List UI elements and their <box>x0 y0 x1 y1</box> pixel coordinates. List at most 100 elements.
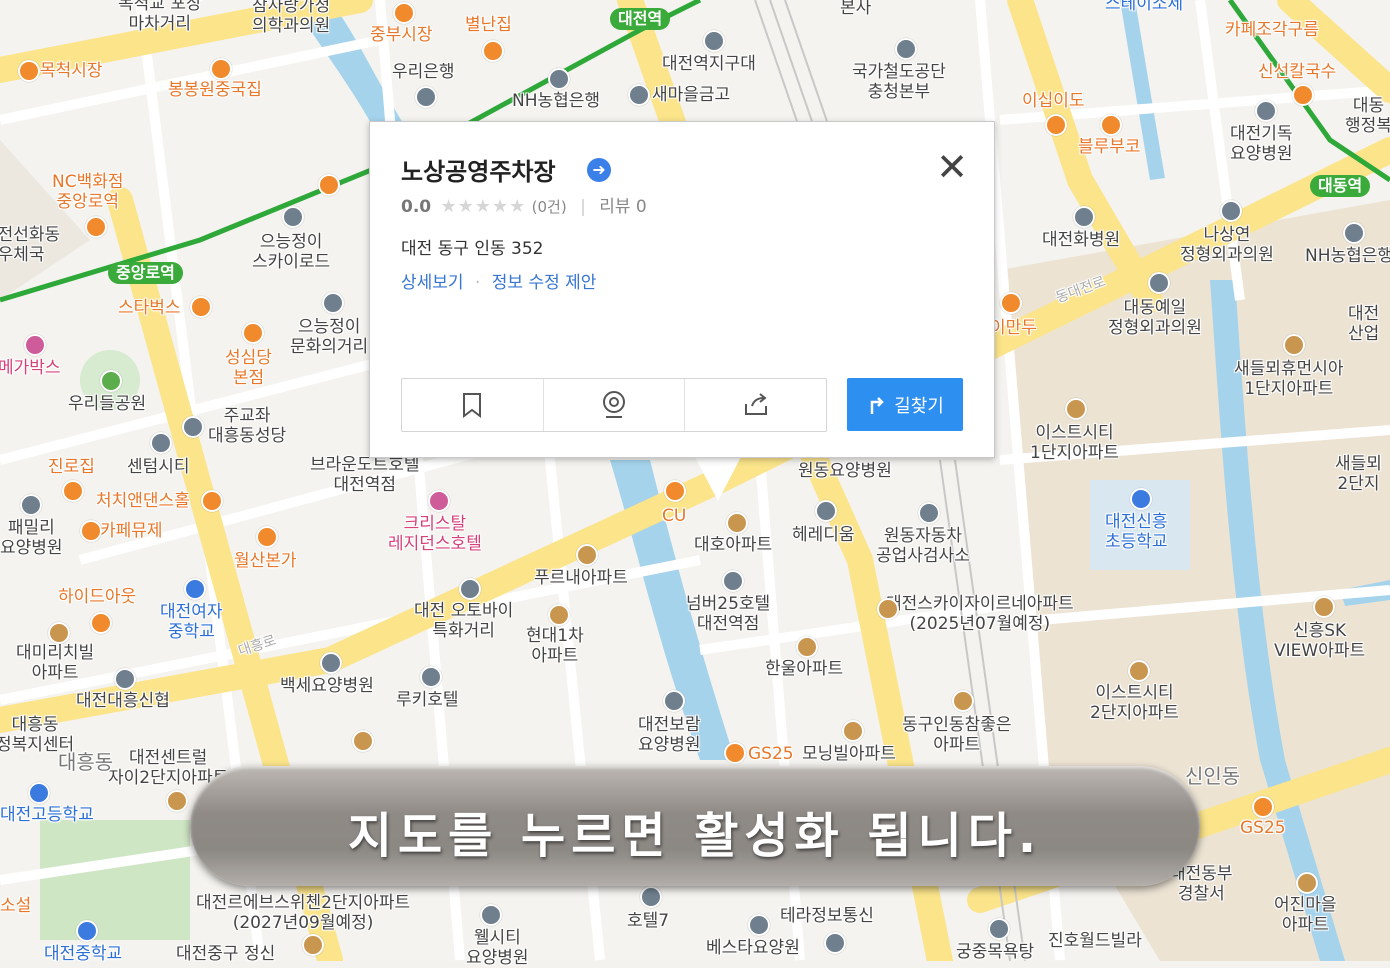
hospital-pin-icon[interactable] <box>663 690 685 712</box>
landmark-pin-icon[interactable] <box>815 500 837 522</box>
map-label[interactable]: 이십이도 <box>1022 91 1085 111</box>
restaurant-pin-icon[interactable] <box>18 60 40 82</box>
bank-pin-icon[interactable] <box>548 68 570 90</box>
save-button[interactable] <box>402 379 544 431</box>
map-label[interactable]: 우리들공원 <box>68 394 146 414</box>
school-pin-icon[interactable] <box>28 782 50 804</box>
edit-suggestion-link[interactable]: 정보 수정 제안 <box>492 273 597 293</box>
map-label[interactable]: 소설 <box>0 896 31 916</box>
restaurant-pin-icon[interactable] <box>210 58 232 80</box>
bank-pin-icon[interactable] <box>1343 222 1365 244</box>
map-label[interactable]: 궁중목욕탕 <box>956 942 1034 962</box>
map-label[interactable]: 새마을금고 <box>652 85 730 105</box>
map-label[interactable]: 블루부코 <box>1078 137 1141 157</box>
map-label[interactable]: 대전 산업 <box>1348 304 1379 344</box>
map-label[interactable]: 하이드아웃 <box>58 587 136 607</box>
map-label[interactable]: 넘버25호텔 대전역점 <box>686 594 770 634</box>
apartment-pin-icon[interactable] <box>796 636 818 658</box>
map-label[interactable]: 루키호텔 <box>396 690 459 710</box>
map-label[interactable]: 대전여자 중학교 <box>160 602 223 642</box>
hospital-pin-icon[interactable] <box>1220 200 1242 222</box>
hotel-pin-icon[interactable] <box>428 490 450 512</box>
map-label[interactable]: 모닝빌아파트 <box>802 744 896 764</box>
school-pin-icon[interactable] <box>76 920 98 942</box>
map-label[interactable]: 호텔7 <box>627 911 669 931</box>
map-label[interactable]: 중부시장 <box>370 25 433 45</box>
restaurant-pin-icon[interactable] <box>482 40 504 62</box>
map-label[interactable]: 대전기독 요양병원 <box>1230 124 1293 164</box>
bath-pin-icon[interactable] <box>988 918 1010 940</box>
building-pin-icon[interactable] <box>150 432 172 454</box>
map-label[interactable]: 대전보람 요양병원 <box>638 715 701 755</box>
map-label[interactable]: 대동예일 정형외과의원 <box>1108 298 1202 338</box>
apartment-pin-icon[interactable] <box>952 690 974 712</box>
cafe-pin-icon[interactable] <box>80 520 102 542</box>
hospital-pin-icon[interactable] <box>1148 272 1170 294</box>
map-label[interactable]: 목척시장 <box>40 61 103 81</box>
map-label[interactable]: 대호아파트 <box>694 535 772 555</box>
map-label[interactable]: 브라운도트호텔 대전역점 <box>310 455 419 495</box>
cinema-pin-icon[interactable] <box>24 334 46 356</box>
landmark-pin-icon[interactable] <box>322 292 344 314</box>
hospital-pin-icon[interactable] <box>20 494 42 516</box>
map-label[interactable]: 푸르내아파트 <box>534 568 628 588</box>
park-pin-icon[interactable] <box>100 370 122 392</box>
map-label[interactable]: 메가박스 <box>0 358 61 378</box>
hotel-pin-icon[interactable] <box>640 886 662 908</box>
map-label[interactable]: 본사 <box>840 0 871 18</box>
convenience-store-pin-icon[interactable] <box>724 742 746 764</box>
map-label[interactable]: 주교좌 대흥동성당 <box>208 406 286 446</box>
map-label[interactable]: 대전중구 정신 <box>176 944 275 964</box>
restaurant-pin-icon[interactable] <box>1292 84 1314 106</box>
map-label[interactable]: 새들뫼휴먼시아 1단지아파트 <box>1234 359 1343 399</box>
review-count-link[interactable]: 리뷰 0 <box>599 197 647 217</box>
cafe-pin-icon[interactable] <box>1045 114 1067 136</box>
apartment-pin-icon[interactable] <box>1065 398 1087 420</box>
map-label[interactable]: 처치앤댄스홀 <box>96 491 190 511</box>
convenience-store-pin-icon[interactable] <box>664 480 686 502</box>
apartment-pin-icon[interactable] <box>576 544 598 566</box>
hospital-pin-icon[interactable] <box>1073 206 1095 228</box>
police-pin-icon[interactable] <box>703 30 725 52</box>
map-label[interactable]: 대미리치빌 아파트 <box>16 643 94 683</box>
map-label[interactable]: 대동 행정복 <box>1345 96 1390 136</box>
building-pin-icon[interactable] <box>459 578 481 600</box>
map-label[interactable]: 대흥동 정복지센터 <box>0 715 74 755</box>
station-daejeon[interactable]: 대전역 <box>610 8 671 30</box>
map-label[interactable]: 우리은행 <box>392 62 455 82</box>
map-label[interactable]: NH농협은행 <box>512 91 600 111</box>
map-label[interactable]: 대전신흥 초등학교 <box>1105 512 1168 552</box>
station-daedong[interactable]: 대동역 <box>1310 175 1371 197</box>
map-label[interactable]: 성심당 본점 <box>225 348 272 388</box>
map-label[interactable]: GS25 <box>1240 818 1286 838</box>
map-label[interactable]: 이스트시티 1단지아파트 <box>1030 423 1119 463</box>
cafe-pin-icon[interactable] <box>318 174 340 196</box>
map-label[interactable]: 대전스카이자이르네아파트 (2025년07월예정) <box>886 594 1074 634</box>
apartment-pin-icon[interactable] <box>166 790 188 812</box>
map-label[interactable]: 진로집 <box>48 457 95 477</box>
apartment-pin-icon[interactable] <box>352 730 374 752</box>
market-pin-icon[interactable] <box>393 2 415 24</box>
arrow-right-circle-icon[interactable]: ➜ <box>587 158 611 182</box>
map-label[interactable]: CU <box>662 506 686 526</box>
map-label[interactable]: 봉봉원중국집 <box>168 80 262 100</box>
map-label[interactable]: NH농협은행 <box>1305 246 1390 266</box>
map-label[interactable]: 신인동 <box>1185 766 1240 786</box>
route-button[interactable]: 길찾기 <box>847 378 963 431</box>
map-label[interactable]: 이스트시티 2단지아파트 <box>1090 683 1179 723</box>
map-label[interactable]: 진호월드빌라 <box>1048 931 1142 951</box>
camera-pin-icon[interactable] <box>282 206 304 228</box>
restaurant-pin-icon[interactable] <box>256 526 278 548</box>
map-label[interactable]: 새들뫼 2단지 <box>1335 454 1382 494</box>
apartment-pin-icon[interactable] <box>302 934 324 956</box>
map-label[interactable]: 패밀리 요양병원 <box>0 518 63 558</box>
map-label[interactable]: 한울아파트 <box>765 659 843 679</box>
car-service-pin-icon[interactable] <box>918 502 940 524</box>
map-label[interactable]: 어진마을 아파트 <box>1274 895 1337 935</box>
map-label[interactable]: 월산본가 <box>234 551 297 571</box>
restaurant-pin-icon[interactable] <box>62 480 84 502</box>
map-label[interactable]: 으능정이 문화의거리 <box>290 317 368 357</box>
map-label[interactable]: 테라정보통신 <box>780 906 874 926</box>
church-pin-icon[interactable] <box>182 416 204 438</box>
map-label[interactable]: 카페조각구름 <box>1225 20 1319 40</box>
